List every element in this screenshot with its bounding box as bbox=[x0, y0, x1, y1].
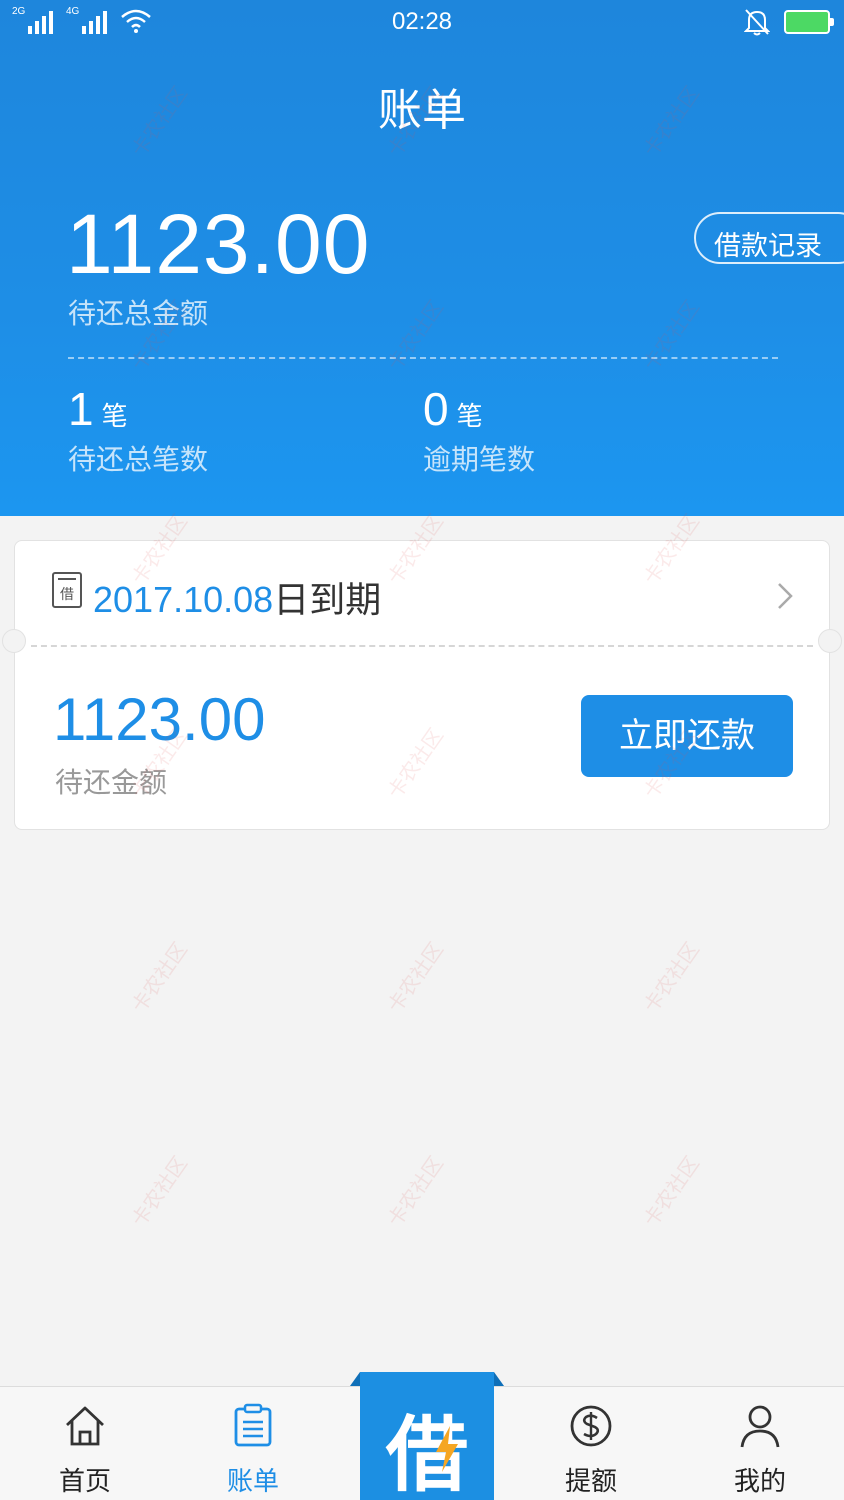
status-time: 02:28 bbox=[391, 8, 453, 35]
divider bbox=[68, 357, 778, 359]
watermark-text: 卡农社区 bbox=[126, 1151, 193, 1232]
home-icon bbox=[66, 1406, 104, 1446]
user-icon bbox=[740, 1405, 780, 1448]
bill-amount-label: 待还金额 bbox=[55, 766, 168, 799]
dollar-circle-icon bbox=[570, 1405, 612, 1447]
overdue-count-stat: 0笔 逾期笔数 bbox=[423, 383, 536, 476]
chevron-right-icon[interactable] bbox=[775, 581, 795, 611]
tab-borrow[interactable]: 借 bbox=[350, 1372, 504, 1500]
watermark-text: 卡农社区 bbox=[638, 937, 705, 1018]
watermark-text: 卡农社区 bbox=[638, 1151, 705, 1232]
pending-count-stat: 1笔 待还总笔数 bbox=[68, 383, 209, 476]
total-amount-label: 待还总金额 bbox=[68, 297, 209, 330]
clipboard-icon bbox=[234, 1403, 272, 1447]
due-date-row[interactable]: 2017.10.08日到期 bbox=[93, 571, 381, 623]
repay-now-button[interactable]: 立即还款 bbox=[581, 695, 793, 777]
battery-icon bbox=[784, 10, 834, 34]
watermark-text: 卡农社区 bbox=[382, 1151, 449, 1232]
tab-bill[interactable]: 账单 bbox=[183, 1387, 323, 1500]
bill-card[interactable]: 借 2017.10.08日到期 1123.00 待还金额 立即还款 bbox=[2, 540, 842, 830]
total-amount: 1123.00 bbox=[66, 197, 371, 291]
watermark-text: 卡农社区 bbox=[382, 937, 449, 1018]
loan-document-icon: 借 bbox=[52, 572, 82, 608]
lightning-icon bbox=[436, 1426, 458, 1472]
status-bar: 2G 4G 02:28 bbox=[0, 0, 844, 46]
loan-record-button[interactable]: 借款记录 bbox=[694, 212, 844, 264]
watermark-text: 卡农社区 bbox=[126, 937, 193, 1018]
tab-quota[interactable]: 提额 bbox=[521, 1387, 661, 1500]
svg-text:借: 借 bbox=[60, 587, 74, 603]
bell-mute-icon bbox=[744, 9, 770, 36]
tab-mine[interactable]: 我的 bbox=[690, 1387, 830, 1500]
page-title: 账单 bbox=[378, 85, 466, 136]
header-banner: 2G 4G 02:28 账单 1123.00 待还总金额 借款记录 1 笔 待还… bbox=[0, 0, 844, 516]
bill-amount: 1123.00 bbox=[53, 686, 266, 753]
tab-home[interactable]: 首页 bbox=[15, 1387, 155, 1500]
